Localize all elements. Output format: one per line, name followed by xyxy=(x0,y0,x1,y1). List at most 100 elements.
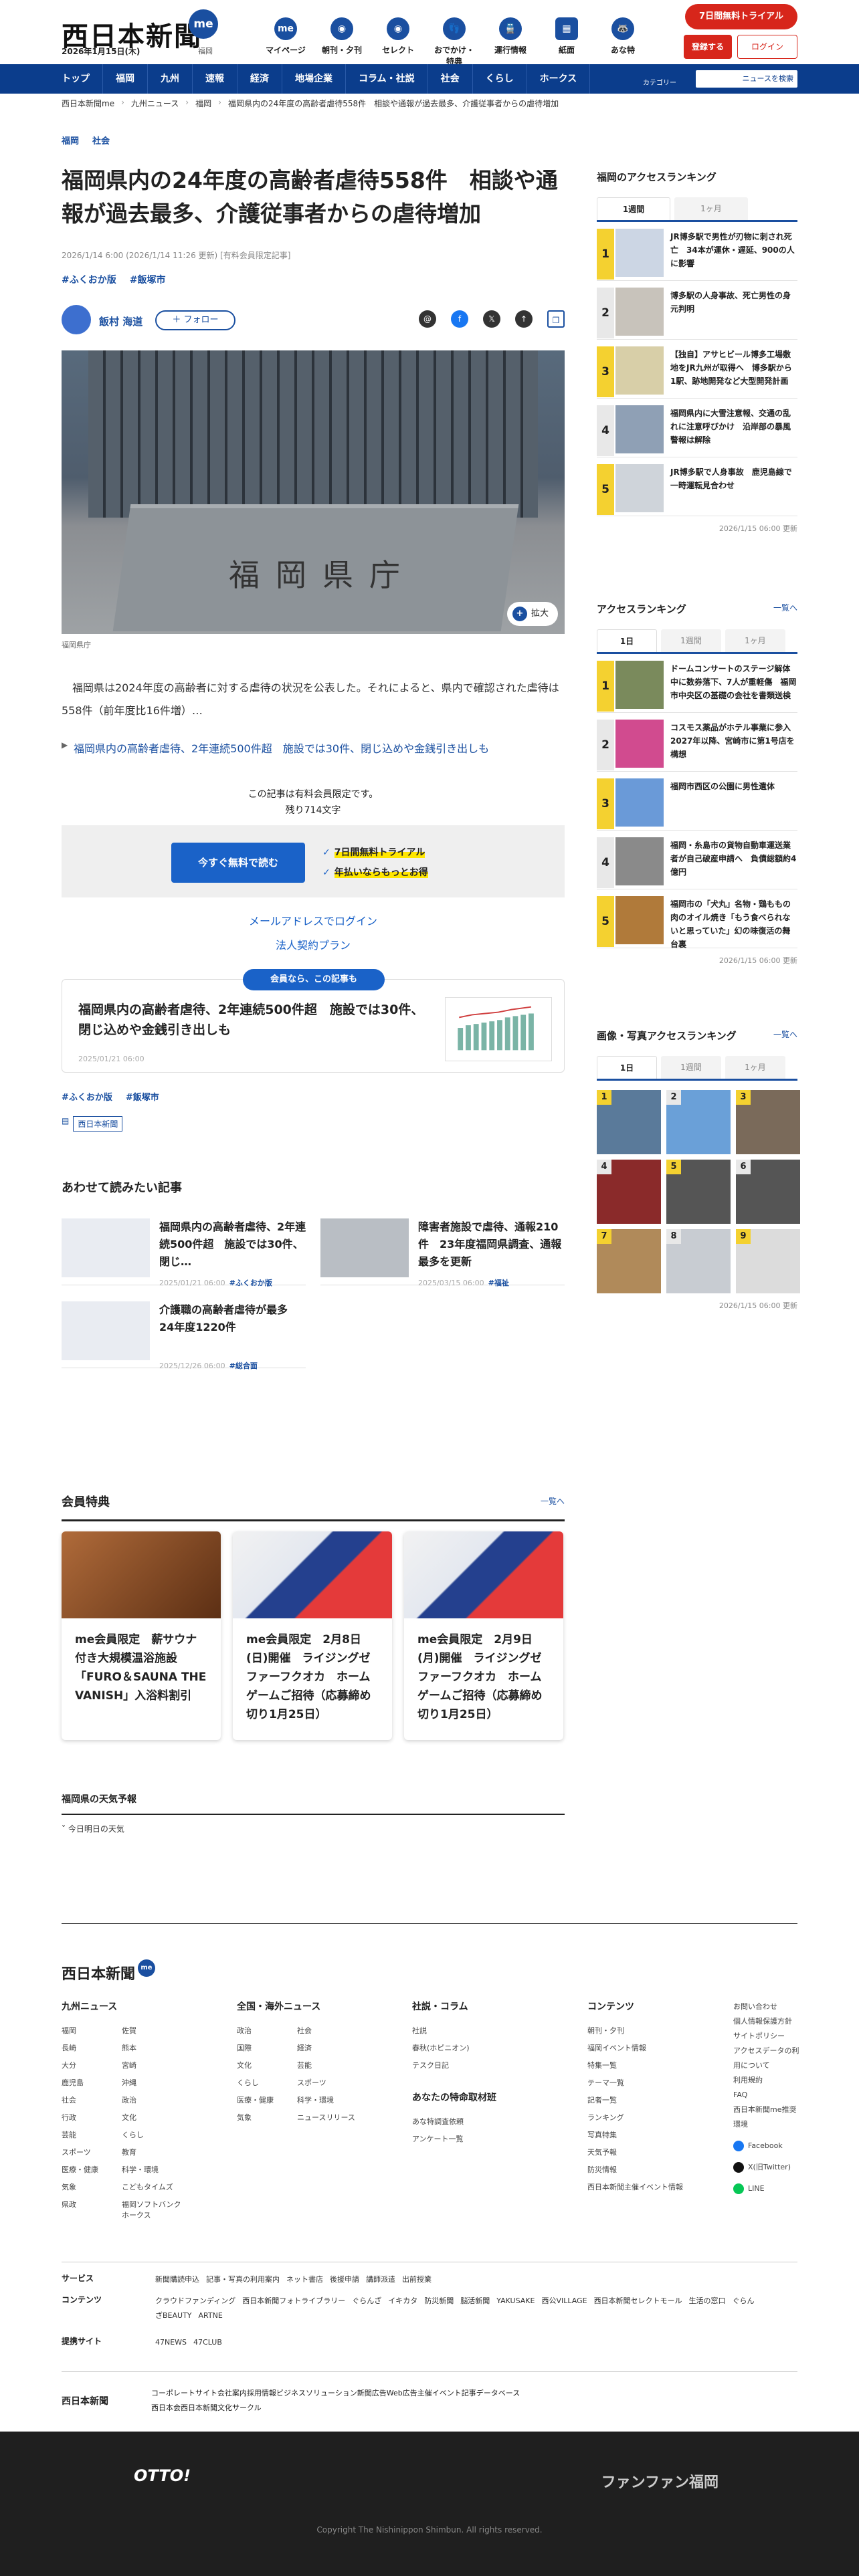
ranking-item[interactable]: 2 博多駅の人身事故、死亡男性の身元判明 xyxy=(597,281,797,340)
footer-link[interactable]: 社会 xyxy=(62,2095,122,2105)
recommend-item[interactable]: 福岡県内の高齢者虐待、2年連続500件超 施設では30件、閉じ… 2025/01… xyxy=(62,1218,306,1287)
footer-link[interactable]: 気象 xyxy=(62,2181,122,2192)
footer-content-link[interactable]: ARTNE xyxy=(199,2311,223,2320)
register-button[interactable]: 登録する xyxy=(684,35,732,59)
email-login-link[interactable]: メールアドレスでログイン xyxy=(62,912,565,928)
photo-ranking-item[interactable]: 8 xyxy=(666,1229,731,1293)
footer-service-link[interactable]: 講師派遣 xyxy=(366,2275,395,2284)
footer-link[interactable]: 宮崎 xyxy=(122,2060,182,2070)
photo-ranking-item[interactable]: 9 xyxy=(736,1229,800,1293)
footer-link[interactable]: 文化 xyxy=(122,2112,182,2123)
breadcrumb-fukuoka[interactable]: 福岡 xyxy=(195,98,211,109)
breadcrumb-home[interactable]: 西日本新聞me xyxy=(62,98,114,109)
topic-tag[interactable]: #飯塚市 xyxy=(126,1090,159,1103)
recommend-item[interactable]: 障害者施設で虐待、通報210件 23年度福岡県調査、通報最多を更新 2025/0… xyxy=(320,1218,565,1287)
footer-corporate-link[interactable]: 採用情報 xyxy=(247,2389,276,2397)
facebook-icon[interactable]: f xyxy=(451,310,468,328)
photo-ranking-item[interactable]: 1 xyxy=(597,1090,661,1154)
free-trial-button[interactable]: 7日間無料トライアル xyxy=(685,4,797,29)
weather-sub[interactable]: ˅ 今日明日の天気 xyxy=(62,1823,124,1834)
outing-link[interactable]: 👣 おでかけ・特典 xyxy=(431,17,478,67)
footer-corporate-link[interactable]: 西日本会 xyxy=(151,2403,181,2412)
photo-ranking-item[interactable]: 3 xyxy=(736,1090,800,1154)
header-location[interactable]: 福岡 xyxy=(198,45,213,56)
follow-button[interactable]: ＋ フォロー xyxy=(155,310,235,330)
footer-link[interactable]: 福岡ソフトバンクホークス xyxy=(122,2199,182,2220)
footer-link[interactable]: 気象 xyxy=(237,2112,297,2123)
footer-partner-link[interactable]: 47NEWS xyxy=(155,2338,187,2347)
recommend-item[interactable]: 介護職の高齢者虐待が最多 24年度1220件 2025/12/26 06:00 #… xyxy=(62,1301,306,1370)
footer-policy-link[interactable]: アクセスデータの利用について xyxy=(733,2044,800,2073)
tab-1day[interactable]: 1日 xyxy=(597,1056,657,1079)
photo-ranking-item[interactable]: 6 xyxy=(736,1160,800,1224)
nav-item-breaking[interactable]: 速報 xyxy=(193,64,237,94)
tab-1week[interactable]: 1週間 xyxy=(597,197,670,220)
photo-ranking-item[interactable]: 5 xyxy=(666,1160,731,1224)
footer-link[interactable]: 福岡 xyxy=(62,2025,122,2036)
footer-link[interactable]: 教育 xyxy=(122,2147,182,2157)
footer-corporate-link[interactable]: 西日本新聞文化サークル xyxy=(181,2403,262,2412)
nav-item-economy[interactable]: 経済 xyxy=(237,64,282,94)
bookmark-icon[interactable]: ❒ xyxy=(547,310,565,328)
footer-content-link[interactable]: イキカタ xyxy=(388,2296,417,2305)
footer-corporate-link[interactable]: Web広告 xyxy=(387,2389,417,2397)
footer-corporate-link[interactable]: 新聞広告 xyxy=(357,2389,387,2397)
footer-content-link[interactable]: 西日本新聞セレクトモール xyxy=(594,2296,682,2305)
breadcrumb-kyushu[interactable]: 九州ニュース xyxy=(131,98,179,109)
footer-link[interactable]: 政治 xyxy=(122,2095,182,2105)
mypage-link[interactable]: me マイページ xyxy=(262,17,309,67)
tab-1week[interactable]: 1週間 xyxy=(661,1056,721,1079)
select-link[interactable]: ◉ セレクト xyxy=(375,17,421,67)
footer-policy-link[interactable]: 西日本新聞me推奨環境 xyxy=(733,2103,800,2132)
footer-corporate-link[interactable]: ビジネスソリューション xyxy=(276,2389,357,2397)
perk-card[interactable]: me会員限定 2月8日(日)開催 ライジングゼファーフクオカ ホームゲームご招待… xyxy=(233,1531,392,1740)
x-icon[interactable]: 𝕏 xyxy=(483,310,500,328)
footer-content-link[interactable]: 西日本新聞フォトライブラリー xyxy=(242,2296,345,2305)
ranking-item[interactable]: 5 福岡市の「犬丸」名物・鶏ももの肉のオイル焼き「もう食べられないと思っていた」幻… xyxy=(597,889,797,949)
footer-link[interactable]: 熊本 xyxy=(122,2042,182,2053)
photo-ranking-item[interactable]: 4 xyxy=(597,1160,661,1224)
footer-partner-link[interactable]: 47CLUB xyxy=(193,2338,222,2347)
ranking-item[interactable]: 1 ドームコンサートのステージ解体中に数券落下、7人が重軽傷 福岡市中央区の基礎の… xyxy=(597,654,797,713)
footer-link[interactable]: 沖縄 xyxy=(122,2077,182,2088)
footer-content-link[interactable]: 生活の窓口 xyxy=(689,2296,726,2305)
footer-service-link[interactable]: 出前授業 xyxy=(402,2275,432,2284)
social-link[interactable]: Facebook xyxy=(733,2139,800,2153)
topic-tag[interactable]: #ふくおか版 xyxy=(62,273,116,286)
author-avatar[interactable] xyxy=(62,305,91,334)
category-tag[interactable]: 社会 xyxy=(92,134,110,146)
search-input[interactable]: ニュースを検索 ⌕ xyxy=(696,70,797,88)
member-article-card[interactable]: 会員なら、この記事も 福岡県内の高齢者虐待、2年連続500件超 施設では30件、… xyxy=(62,969,565,1073)
threads-icon[interactable]: @ xyxy=(419,310,436,328)
corporate-plan-link[interactable]: 法人契約プラン xyxy=(62,936,565,952)
footer-link[interactable]: 科学・環境 xyxy=(122,2164,182,2175)
category-tag[interactable]: 福岡 xyxy=(62,134,79,146)
search-icon[interactable]: ⌕ xyxy=(789,70,793,88)
category-menu-button[interactable]: カテゴリー xyxy=(642,67,677,91)
ranking-more-link[interactable]: 一覧へ xyxy=(773,602,797,613)
footer-content-link[interactable]: YAKUSAKE xyxy=(496,2296,535,2305)
tab-1month[interactable]: 1ヶ月 xyxy=(725,1056,785,1079)
footer-link[interactable]: くらし xyxy=(122,2129,182,2140)
footer-link[interactable]: 政治 xyxy=(237,2025,297,2036)
nav-item-column[interactable]: コラム・社説 xyxy=(346,64,428,94)
footer-link[interactable]: アンケート一覧 xyxy=(412,2133,587,2144)
footer-link[interactable]: 社説 xyxy=(412,2025,587,2036)
footer-policy-link[interactable]: FAQ xyxy=(733,2088,800,2103)
footer-policy-link[interactable]: サイトポリシー xyxy=(733,2029,800,2044)
footer-link[interactable]: 国際 xyxy=(237,2042,297,2053)
related-article-link[interactable]: 福岡県内の高齢者虐待、2年連続500件超 施設では30件、閉じ込めや金銭引き出し… xyxy=(62,740,565,756)
footer-service-link[interactable]: 記事・写真の利用案内 xyxy=(206,2275,280,2284)
nav-item-fukuoka[interactable]: 福岡 xyxy=(103,64,148,94)
footer-link[interactable]: あな特調査依頼 xyxy=(412,2116,587,2127)
footer-service-link[interactable]: 後援申請 xyxy=(330,2275,359,2284)
footer-link[interactable]: 医療・健康 xyxy=(62,2164,122,2175)
tab-1week[interactable]: 1週間 xyxy=(661,629,721,652)
footer-content-link[interactable]: 西公VILLAGE xyxy=(541,2296,587,2305)
perk-card[interactable]: me会員限定 2月9日(月)開催 ライジングゼファーフクオカ ホームゲームご招待… xyxy=(404,1531,563,1740)
nav-item-kyushu[interactable]: 九州 xyxy=(148,64,193,94)
photo-ranking-more-link[interactable]: 一覧へ xyxy=(773,1029,797,1040)
footer-service-link[interactable]: 新聞購読申込 xyxy=(155,2275,199,2284)
photo-ranking-item[interactable]: 2 xyxy=(666,1090,731,1154)
footer-link[interactable]: くらし xyxy=(237,2077,297,2088)
